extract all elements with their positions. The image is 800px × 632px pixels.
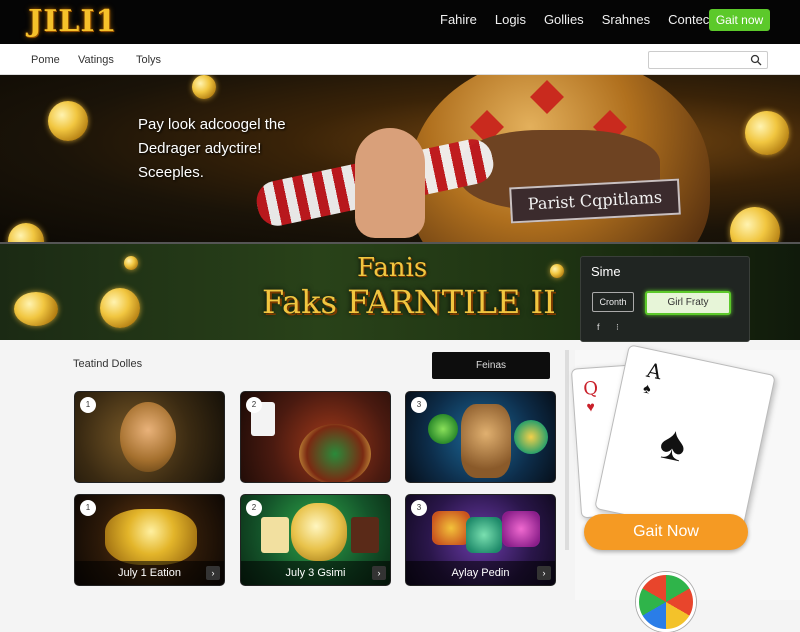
facebook-icon[interactable]: f [597, 322, 600, 332]
coin-decor [48, 101, 88, 141]
game-card[interactable]: 1 [74, 391, 225, 483]
filter-button[interactable]: Feinas [432, 352, 550, 379]
card-number-badge: 2 [246, 500, 262, 516]
top-navbar: JILI1 Fahire Logis Gollies Srahnes Conte… [0, 0, 800, 44]
game-card-caption: July 3 Gsimi [241, 561, 390, 585]
game-card[interactable]: 3 Aylay Pedin › [405, 494, 556, 586]
subnav-link-2[interactable]: Vatings [78, 54, 114, 66]
game-card-art [466, 517, 502, 553]
game-card[interactable]: 2 July 3 Gsimi › [240, 494, 391, 586]
nav-link-4[interactable]: Srahnes [602, 12, 650, 27]
playing-card-art [261, 517, 289, 553]
playing-card-art [351, 517, 379, 553]
hero-headline: Pay look adcoogel the Dedrager adyctire!… [138, 113, 348, 185]
hero-headline-line: Pay look adcoogel the [138, 116, 286, 133]
game-card-art [432, 511, 470, 545]
card-number-badge: 1 [80, 500, 96, 516]
card-number-badge: 3 [411, 397, 427, 413]
strip-game-title: Faks FARNTILE II [262, 283, 556, 321]
coin-decor [8, 223, 44, 242]
coin-decor [100, 288, 140, 328]
game-card-art [461, 404, 511, 478]
coin-decor [730, 207, 780, 242]
game-card-caption: Aylay Pedin [406, 561, 555, 585]
coin-decor [124, 256, 138, 270]
scrollbar[interactable] [565, 350, 569, 550]
search-icon[interactable] [750, 54, 762, 66]
hero-hand-image [355, 128, 425, 238]
coin-decor [550, 264, 564, 278]
coin-decor [192, 75, 216, 99]
game-card[interactable]: 1 July 1 Eation › [74, 494, 225, 586]
coin-decor [745, 111, 789, 155]
queen-card-rank: Q [582, 377, 599, 400]
game-card-art [291, 503, 347, 561]
game-card[interactable]: 2 [240, 391, 391, 483]
strip-title: Fanis [357, 253, 428, 283]
game-card-art [105, 509, 197, 565]
chevron-right-icon[interactable]: › [372, 566, 386, 580]
chevron-right-icon[interactable]: › [206, 566, 220, 580]
more-icon[interactable]: ⁝ [616, 322, 619, 332]
brand-logo[interactable]: JILI1 [28, 4, 117, 39]
nav-links: Fahire Logis Gollies Srahnes Contect [440, 12, 731, 27]
spade-suit-icon: ♠ [655, 415, 692, 473]
card-number-badge: 2 [246, 397, 262, 413]
chevron-right-icon[interactable]: › [537, 566, 551, 580]
nav-link-5[interactable]: Contect [668, 12, 713, 27]
panel-title: Sime [591, 264, 621, 279]
heart-suit-icon: ♥ [585, 398, 596, 415]
social-icons: f ⁝ [597, 322, 619, 333]
subnav-link-3[interactable]: Tolys [136, 54, 161, 66]
nav-link-3[interactable]: Gollies [544, 12, 584, 27]
get-now-nav-button[interactable]: Gait now [709, 9, 770, 31]
game-card-art [428, 414, 458, 444]
coin-decor [14, 292, 58, 326]
card-number-badge: 1 [80, 397, 96, 413]
nav-link-2[interactable]: Logis [495, 12, 526, 27]
hero-headline-line: Sceeples. [138, 164, 204, 181]
hero-headline-line: Dedrager adyctire! [138, 140, 262, 157]
section-label: Teatind Dolles [73, 358, 143, 370]
panel-green-button[interactable]: Girl Fraty [645, 291, 731, 315]
search-input[interactable] [648, 51, 768, 69]
game-card-art [299, 424, 371, 482]
get-now-button[interactable]: Gait Now [584, 514, 748, 550]
game-card[interactable]: 3 [405, 391, 556, 483]
game-card-caption: July 1 Eation [75, 561, 224, 585]
game-card-art [120, 402, 176, 472]
prize-wheel-icon[interactable] [636, 572, 696, 632]
subnav-link-1[interactable]: Pome [31, 54, 60, 66]
nav-link-1[interactable]: Fahire [440, 12, 477, 27]
game-card-art [502, 511, 540, 547]
game-card-art [514, 420, 548, 454]
panel-outline-button[interactable]: Cronth [592, 292, 634, 312]
spade-suit-small-icon: ♠ [641, 379, 653, 397]
card-number-badge: 3 [411, 500, 427, 516]
